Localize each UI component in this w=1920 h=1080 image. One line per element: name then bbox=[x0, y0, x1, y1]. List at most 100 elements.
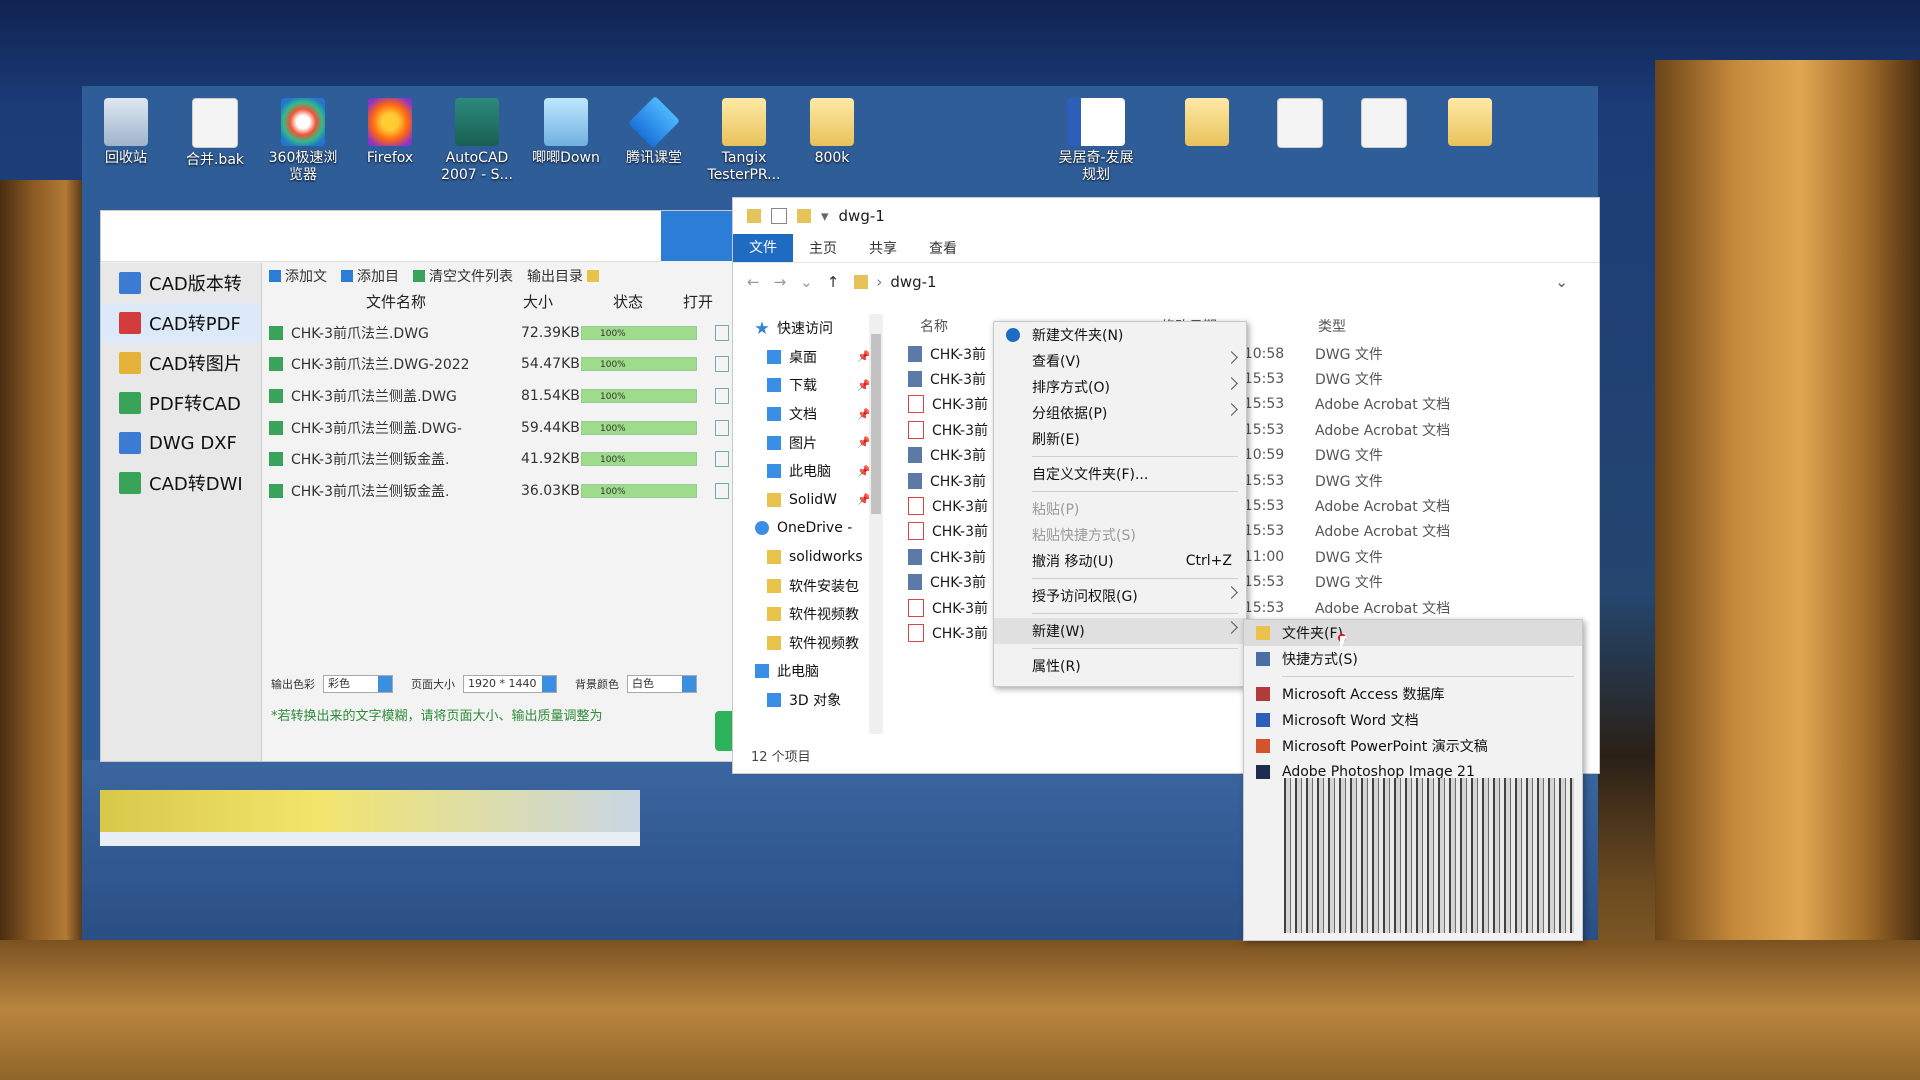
menu-item[interactable]: 新建文件夹(N) bbox=[994, 322, 1246, 348]
desktop-icon[interactable] bbox=[1260, 92, 1340, 152]
desktop-icon[interactable]: 800k bbox=[792, 92, 872, 167]
col-name[interactable]: 名称 bbox=[920, 316, 948, 336]
nav-item[interactable]: 此电脑 bbox=[733, 657, 883, 686]
nav-item[interactable]: 图片 📌 bbox=[733, 428, 883, 457]
table-row[interactable]: CHK-3前爪法兰.DWG 72.39KB 100% bbox=[269, 317, 736, 349]
cad-sidebar-item[interactable]: CAD转DWI bbox=[101, 463, 261, 503]
open-file-icon[interactable] bbox=[715, 324, 729, 341]
address-dropdown-icon[interactable]: ⌄ bbox=[1555, 273, 1568, 291]
open-file-icon[interactable] bbox=[715, 356, 729, 373]
color-select[interactable]: 彩色 bbox=[323, 675, 393, 693]
cad-sidebar-item[interactable]: CAD转PDF bbox=[101, 303, 261, 343]
lnk-icon bbox=[1256, 652, 1270, 666]
submenu-item[interactable]: Microsoft Word 文档 bbox=[1244, 707, 1582, 733]
add-dir-button[interactable]: 添加目 bbox=[341, 266, 399, 286]
nav-item[interactable]: 软件安装包 bbox=[733, 571, 883, 600]
desktop-icon[interactable] bbox=[1344, 92, 1424, 152]
desktop-icon-label: 合并.bak bbox=[185, 152, 245, 168]
nav-item[interactable]: 桌面 📌 bbox=[733, 343, 883, 372]
cad-sidebar-item[interactable]: PDF转CAD bbox=[101, 383, 261, 423]
forward-arrow-icon[interactable]: → bbox=[774, 273, 787, 291]
nav-item[interactable]: 软件视频教 bbox=[733, 600, 883, 629]
output-dir-button[interactable]: 输出目录 bbox=[527, 266, 599, 286]
nav-item[interactable]: OneDrive - bbox=[733, 514, 883, 543]
submenu-item[interactable]: Microsoft Access 数据库 bbox=[1244, 681, 1582, 707]
clear-list-button[interactable]: 清空文件列表 bbox=[413, 266, 513, 286]
address-bar[interactable]: › dwg-1 ⌄ bbox=[853, 267, 1579, 297]
desktop-icon[interactable]: Tangix TesterPR... bbox=[704, 92, 784, 184]
file-size: 36.03KB bbox=[521, 482, 580, 499]
desktop-icon[interactable]: 吴居奇-发展规划 bbox=[1056, 92, 1136, 184]
table-row[interactable]: CHK-3前爪法兰侧盖.DWG- 59.44KB 100% bbox=[269, 412, 736, 444]
tab-1[interactable]: 主页 bbox=[793, 234, 853, 262]
table-row[interactable]: CHK-3前爪法兰侧钣金盖. 41.92KB 100% bbox=[269, 443, 736, 475]
desktop-icon[interactable]: AutoCAD 2007 - S... bbox=[437, 92, 517, 184]
page-size-select[interactable]: 1920 * 1440 bbox=[463, 675, 557, 693]
up-arrow-icon[interactable]: ↑ bbox=[827, 273, 840, 291]
menu-item[interactable]: 刷新(E) bbox=[994, 426, 1246, 452]
table-row[interactable]: CHK-3前爪法兰侧盖.DWG 81.54KB 100% bbox=[269, 380, 736, 412]
menu-item[interactable]: 属性(R) bbox=[994, 653, 1246, 679]
open-file-icon[interactable] bbox=[715, 451, 729, 468]
nav-item[interactable]: solidworks bbox=[733, 543, 883, 572]
menu-item[interactable]: 查看(V) bbox=[994, 348, 1246, 374]
back-arrow-icon[interactable]: ← bbox=[747, 273, 760, 291]
nav-item[interactable]: 下载 📌 bbox=[733, 371, 883, 400]
add-file-button[interactable]: 添加文 bbox=[269, 266, 327, 286]
tab-2[interactable]: 共享 bbox=[853, 234, 913, 262]
cad-sidebar-item[interactable]: CAD版本转 bbox=[101, 263, 261, 303]
col-type[interactable]: 类型 bbox=[1318, 316, 1346, 336]
recent-chevron-icon[interactable]: ⌄ bbox=[800, 273, 813, 291]
submenu-item[interactable]: Microsoft PowerPoint 演示文稿 bbox=[1244, 733, 1582, 759]
dwg-file-icon bbox=[908, 447, 922, 464]
nav-scrollbar[interactable] bbox=[869, 314, 883, 734]
bg-color-select[interactable]: 白色 bbox=[627, 675, 697, 693]
nav-item[interactable]: 快速访问 bbox=[733, 314, 883, 343]
table-row[interactable]: CHK-3前爪法兰.DWG-2022 54.47KB 100% bbox=[269, 349, 736, 381]
nav-scroll-thumb[interactable] bbox=[871, 334, 881, 514]
new-folder-icon[interactable] bbox=[797, 209, 811, 223]
menu-item[interactable]: 排序方式(O) bbox=[994, 374, 1246, 400]
file-icon bbox=[269, 483, 283, 498]
menu-item[interactable]: 撤消 移动(U) Ctrl+Z bbox=[994, 548, 1246, 574]
cloud-icon bbox=[755, 521, 769, 536]
chevron-down-icon[interactable]: ▾ bbox=[821, 207, 829, 225]
nav-item[interactable]: 3D 对象 bbox=[733, 686, 883, 715]
desktop-icon[interactable] bbox=[1430, 92, 1510, 150]
submenu-item[interactable]: 快捷方式(S) bbox=[1244, 646, 1582, 672]
desktop-icon[interactable]: 360极速浏览器 bbox=[263, 92, 343, 184]
tab-3[interactable]: 查看 bbox=[913, 234, 973, 262]
nav-item[interactable]: 软件视频教 bbox=[733, 629, 883, 658]
progress-bar: 100% bbox=[581, 483, 697, 498]
open-file-icon[interactable] bbox=[715, 482, 729, 499]
nav-item[interactable]: 文档 📌 bbox=[733, 400, 883, 429]
open-file-icon[interactable] bbox=[715, 387, 729, 404]
open-file-icon[interactable] bbox=[715, 419, 729, 436]
desktop-icon-label: 唧唧Down bbox=[532, 150, 600, 166]
menu-item-label: 粘贴快捷方式(S) bbox=[1032, 528, 1136, 544]
context-menu: 新建文件夹(N) 查看(V) 排序方式(O) 分组依据(P) 刷新(E) 自定义文件夹(F… bbox=[993, 321, 1247, 687]
desktop-icon[interactable]: Firefox bbox=[350, 92, 430, 167]
nav-item[interactable]: 此电脑 📌 bbox=[733, 457, 883, 486]
add-file-label: 添加文 bbox=[285, 269, 327, 285]
cad-app-sidebar: CAD版本转 CAD转PDF CAD转图片 PDF转CAD DWG DXF CAD转DWI bbox=[101, 263, 262, 761]
cad-sidebar-item[interactable]: CAD转图片 bbox=[101, 343, 261, 383]
table-row[interactable]: CHK-3前爪法兰侧钣金盖. 36.03KB 100% bbox=[269, 475, 736, 507]
menu-item[interactable]: 分组依据(P) bbox=[994, 400, 1246, 426]
desktop-icon[interactable]: 回收站 bbox=[86, 92, 166, 167]
menu-item[interactable]: 新建(W) bbox=[994, 618, 1246, 644]
desktop-icon[interactable] bbox=[1167, 92, 1247, 150]
submenu-item[interactable]: 文件夹(F) bbox=[1244, 620, 1582, 646]
desktop-icon[interactable]: 腾讯课堂 bbox=[614, 92, 694, 167]
menu-item[interactable]: 自定义文件夹(F)... bbox=[994, 461, 1246, 487]
nav-item-label: solidworks bbox=[789, 549, 863, 566]
properties-icon[interactable] bbox=[771, 208, 787, 224]
desktop-icon[interactable]: 唧唧Down bbox=[526, 92, 606, 167]
menu-item[interactable]: 授予访问权限(G) bbox=[994, 583, 1246, 609]
nav-item[interactable]: SolidW 📌 bbox=[733, 486, 883, 515]
desktop-icon[interactable]: 合并.bak bbox=[175, 92, 255, 169]
cad-sidebar-item[interactable]: DWG DXF bbox=[101, 423, 261, 463]
tab-0[interactable]: 文件 bbox=[733, 234, 793, 262]
explorer-address-row: ← → ⌄ ↑ › dwg-1 ⌄ bbox=[733, 263, 1599, 301]
cad-tool-icon bbox=[119, 472, 141, 494]
